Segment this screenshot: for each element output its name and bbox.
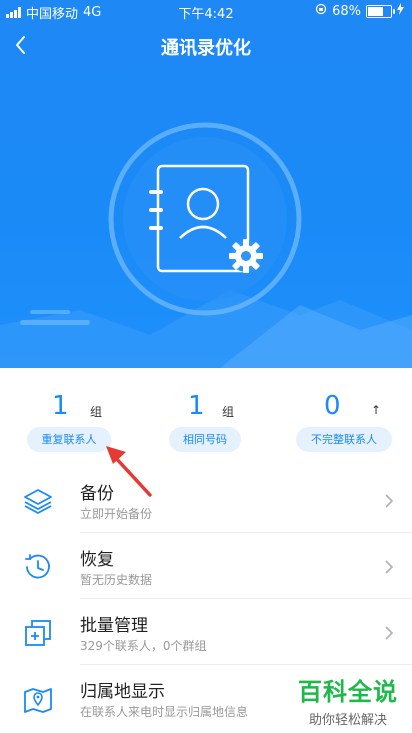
stat-count: 0 (324, 391, 341, 421)
layers-icon (24, 489, 52, 514)
list-item-subtitle: 329个联系人，0个群组 (80, 639, 207, 653)
stat-count: 1 (188, 391, 205, 421)
list-item-subtitle: 暂无历史数据 (80, 573, 153, 587)
incomplete-contacts-button[interactable]: 不完整联系人 (296, 427, 392, 452)
stat-unit: ↑ (371, 403, 382, 417)
battery-icon (366, 4, 395, 18)
list-item-title: 恢复 (80, 550, 114, 570)
list-item-title: 归属地显示 (80, 682, 165, 702)
watermark-title: 百科全说 (298, 678, 398, 706)
nav-bar: 通讯录优化 (0, 28, 412, 64)
stats-row: 1 组 重复联系人 1 组 相同号码 0 ↑ 不完整联系人 (0, 385, 412, 460)
chevron-right-icon (385, 494, 394, 508)
list-item-backup[interactable]: 备份 立即开始备份 (0, 467, 412, 533)
stat-count: 1 (52, 391, 69, 421)
batch-add-icon (25, 620, 51, 646)
list-item-subtitle: 在联系人来电时显示归属地信息 (80, 705, 249, 719)
contacts-optimize-illustration (0, 122, 412, 368)
same-number-button[interactable]: 相同号码 (169, 427, 241, 452)
list-item-title: 批量管理 (80, 616, 148, 636)
page-title: 通讯录优化 (161, 38, 251, 59)
chevron-right-icon (385, 560, 394, 574)
watermark: 百科全说 助你轻松解决 (298, 672, 398, 728)
map-location-icon (24, 688, 52, 713)
status-bar: 中国移动 4G 下午4:42 68% (0, 0, 412, 22)
stat-unit: 组 (222, 405, 235, 419)
charging-icon (397, 3, 404, 19)
list-item-batch-manage[interactable]: 批量管理 329个联系人，0个群组 (0, 599, 412, 665)
hero-banner: 中国移动 4G 下午4:42 68% 通讯录优化 (0, 0, 412, 368)
rotation-lock-icon (315, 3, 327, 19)
stat-unit: 组 (90, 405, 103, 419)
list-item-restore[interactable]: 恢复 暂无历史数据 (0, 533, 412, 599)
watermark-subtitle: 助你轻松解决 (308, 713, 387, 728)
battery-percent: 68% (332, 3, 361, 19)
chevron-right-icon (385, 626, 394, 640)
history-clock-icon (25, 554, 50, 579)
list-item-title: 备份 (80, 484, 114, 504)
list-item-subtitle: 立即开始备份 (80, 507, 153, 521)
duplicate-contacts-button[interactable]: 重复联系人 (27, 427, 111, 452)
